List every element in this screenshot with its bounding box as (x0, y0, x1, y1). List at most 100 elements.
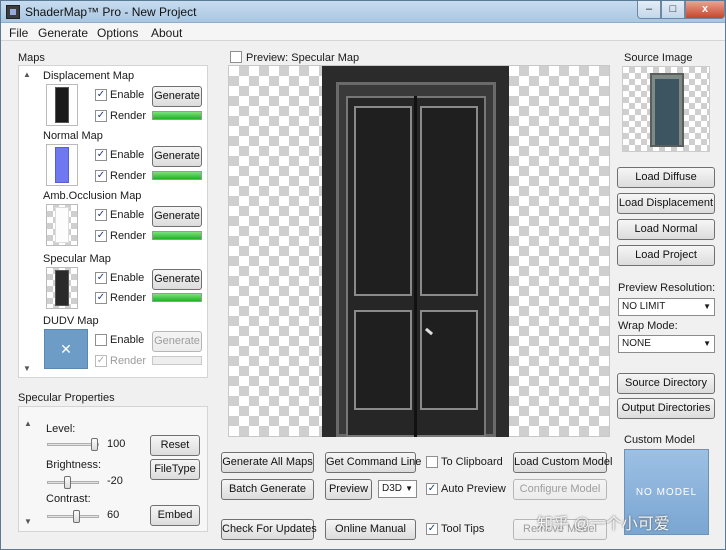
output-directories-button[interactable]: Output Directories (617, 398, 715, 419)
tool-tips-label: Tool Tips (441, 523, 485, 535)
level-slider-thumb[interactable] (91, 438, 98, 451)
tool-tips-checkbox[interactable]: ✓ (426, 523, 438, 535)
specular-render-checkbox[interactable]: ✓ (95, 292, 107, 304)
preview-canvas[interactable] (228, 65, 610, 437)
normal-map-label: Normal Map (43, 130, 103, 142)
custom-model-label: Custom Model (624, 434, 695, 446)
specular-enable-checkbox[interactable]: ✓ (95, 272, 107, 284)
filetype-button[interactable]: FileType (150, 459, 200, 480)
source-image-label: Source Image (624, 52, 693, 64)
normal-enable-checkbox[interactable]: ✓ (95, 149, 107, 161)
auto-preview-label: Auto Preview (441, 483, 506, 495)
menu-bar: File Generate Options About (1, 23, 725, 41)
preview-resolution-select[interactable]: NO LIMIT ▼ (618, 298, 715, 316)
ao-progress-bar (152, 231, 202, 240)
load-displacement-button[interactable]: Load Displacement (617, 193, 715, 214)
scroll-up-icon[interactable]: ▲ (23, 70, 31, 79)
normal-render-checkbox[interactable]: ✓ (95, 170, 107, 182)
displacement-render-label: Render (110, 110, 147, 122)
brightness-slider-thumb[interactable] (64, 476, 71, 489)
specular-progress-bar (152, 293, 202, 302)
renderer-select[interactable]: D3D ▼ (378, 480, 417, 498)
auto-preview-checkbox[interactable]: ✓ (426, 483, 438, 495)
preview-label: Preview: Specular Map (246, 52, 360, 64)
embed-button[interactable]: Embed (150, 505, 200, 526)
dudv-generate-button[interactable]: Generate (152, 331, 202, 352)
watermark-text: 知乎 @一个小可爱 (537, 516, 670, 533)
preview-button[interactable]: Preview (325, 479, 372, 500)
ao-enable-label: Enable (110, 209, 145, 221)
props-scroll-down-icon[interactable]: ▼ (24, 517, 32, 526)
maximize-button[interactable]: □ (661, 1, 685, 19)
to-clipboard-checkbox[interactable] (426, 456, 438, 468)
menu-about[interactable]: About (151, 26, 182, 40)
load-diffuse-button[interactable]: Load Diffuse (617, 167, 715, 188)
ao-enable-checkbox[interactable]: ✓ (95, 209, 107, 221)
source-image-thumbnail[interactable] (622, 66, 710, 152)
level-value: 100 (107, 438, 126, 450)
title-bar[interactable]: ShaderMap™ Pro - New Project – □ x (1, 1, 725, 23)
preview-checkbox[interactable] (230, 51, 242, 63)
load-custom-model-button[interactable]: Load Custom Model (513, 452, 612, 473)
level-label: Level: (46, 423, 76, 435)
load-project-button[interactable]: Load Project (617, 245, 715, 266)
maps-group-label: Maps (18, 52, 45, 64)
window-title: ShaderMap™ Pro - New Project (25, 5, 197, 19)
batch-generate-button[interactable]: Batch Generate (221, 479, 314, 500)
configure-model-button[interactable]: Configure Model (513, 479, 607, 500)
check-for-updates-button[interactable]: Check For Updates (221, 519, 317, 540)
menu-file[interactable]: File (9, 26, 28, 40)
displacement-enable-checkbox[interactable]: ✓ (95, 89, 107, 101)
normal-render-label: Render (110, 170, 147, 182)
generate-all-maps-button[interactable]: Generate All Maps (221, 452, 314, 473)
online-manual-button[interactable]: Online Manual (325, 519, 416, 540)
reset-button[interactable]: Reset (150, 435, 200, 456)
specular-properties-panel: ▲ ▼ Level: 100 Reset Brightness: -20 Fil… (18, 406, 208, 532)
displacement-render-checkbox[interactable]: ✓ (95, 110, 107, 122)
maps-list[interactable]: ▲ ▼ Displacement Map ✓ Enable ✓ Render G… (18, 65, 208, 378)
preview-resolution-label: Preview Resolution: (618, 282, 716, 294)
load-normal-button[interactable]: Load Normal (617, 219, 715, 240)
minimize-button[interactable]: – (637, 1, 661, 19)
chevron-down-icon: ▼ (703, 302, 711, 311)
ao-render-label: Render (110, 230, 147, 242)
menu-options[interactable]: Options (97, 26, 138, 40)
menu-generate[interactable]: Generate (38, 26, 88, 40)
source-directory-button[interactable]: Source Directory (617, 373, 715, 394)
specular-render-label: Render (110, 292, 147, 304)
dudv-map-label: DUDV Map (43, 315, 99, 327)
brightness-label: Brightness: (46, 459, 102, 471)
contrast-label: Contrast: (46, 493, 91, 505)
close-button[interactable]: x (685, 1, 725, 19)
app-window: ShaderMap™ Pro - New Project – □ x File … (0, 0, 726, 550)
scroll-down-icon[interactable]: ▼ (23, 364, 31, 373)
brightness-slider[interactable] (47, 481, 99, 484)
chevron-down-icon: ▼ (405, 484, 413, 493)
dudv-enable-label: Enable (110, 334, 145, 346)
specular-enable-label: Enable (110, 272, 145, 284)
specular-generate-button[interactable]: Generate (152, 269, 202, 290)
dudv-render-label: Render (110, 355, 147, 367)
app-icon (6, 5, 20, 19)
preview-resolution-value: NO LIMIT (622, 301, 666, 312)
normal-generate-button[interactable]: Generate (152, 146, 202, 167)
props-scroll-up-icon[interactable]: ▲ (24, 419, 32, 428)
dudv-render-checkbox[interactable]: ✓ (95, 355, 107, 367)
contrast-slider-thumb[interactable] (73, 510, 80, 523)
displacement-map-thumbnail (46, 84, 78, 126)
chevron-down-icon: ▼ (703, 339, 711, 348)
ao-map-thumbnail (46, 204, 78, 246)
wrap-mode-value: NONE (622, 338, 651, 349)
ao-render-checkbox[interactable]: ✓ (95, 230, 107, 242)
wrap-mode-label: Wrap Mode: (618, 320, 678, 332)
dudv-enable-checkbox[interactable] (95, 334, 107, 346)
get-command-line-button[interactable]: Get Command Line (325, 452, 421, 473)
brightness-value: -20 (107, 475, 123, 487)
displacement-generate-button[interactable]: Generate (152, 86, 202, 107)
contrast-value: 60 (107, 509, 120, 521)
wrap-mode-select[interactable]: NONE ▼ (618, 335, 715, 353)
displacement-progress-bar (152, 111, 202, 120)
ao-generate-button[interactable]: Generate (152, 206, 202, 227)
renderer-select-value: D3D (382, 483, 403, 494)
displacement-map-label: Displacement Map (43, 70, 135, 82)
